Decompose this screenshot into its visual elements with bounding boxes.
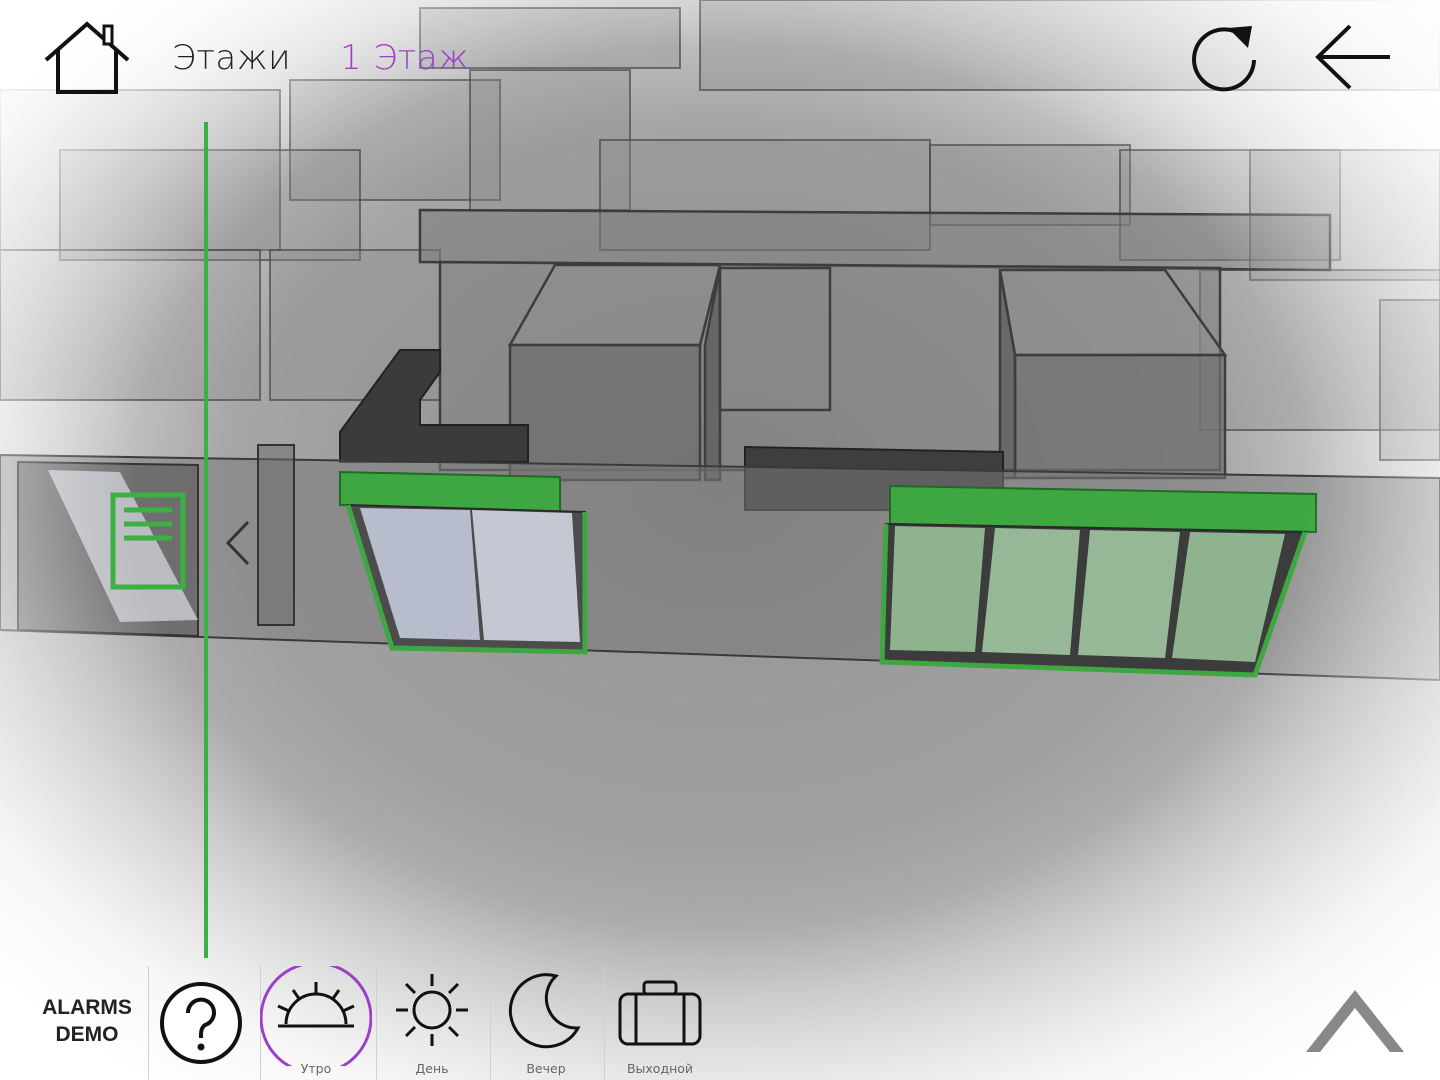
- mode-day[interactable]: День: [376, 966, 488, 1080]
- sunrise-icon: [260, 966, 372, 1066]
- mode-evening[interactable]: Вечер: [490, 966, 602, 1080]
- document-icon[interactable]: [110, 492, 186, 590]
- building-3d-view[interactable]: [0, 0, 1440, 1080]
- mode-weekend-label: Выходной: [626, 1061, 694, 1076]
- timeline-marker[interactable]: [204, 122, 208, 958]
- chevron-up-icon[interactable]: [1302, 986, 1408, 1058]
- breadcrumb-floors[interactable]: Этажи: [172, 38, 291, 78]
- mode-morning-label: Утро: [300, 1061, 332, 1076]
- breadcrumb-current-floor: 1 Этаж: [340, 38, 470, 78]
- back-arrow-icon[interactable]: [1312, 20, 1394, 94]
- suitcase-icon: [618, 980, 702, 1046]
- mode-evening-label: Вечер: [526, 1061, 566, 1076]
- moon-icon: [508, 973, 581, 1049]
- chevron-left-icon[interactable]: [220, 516, 254, 570]
- mode-day-label: День: [415, 1061, 449, 1076]
- divider: [148, 966, 149, 1080]
- home-icon[interactable]: [40, 18, 134, 98]
- mode-morning[interactable]: Утро: [260, 966, 372, 1080]
- mode-weekend[interactable]: Выходной: [604, 966, 716, 1080]
- refresh-icon[interactable]: [1188, 20, 1262, 94]
- app-label-line2: DEMO: [55, 1023, 119, 1046]
- app-label-line1: ALARMS: [42, 996, 132, 1019]
- app-label: ALARMS DEMO: [26, 994, 148, 1048]
- help-icon[interactable]: [158, 980, 244, 1066]
- sun-icon: [396, 974, 468, 1046]
